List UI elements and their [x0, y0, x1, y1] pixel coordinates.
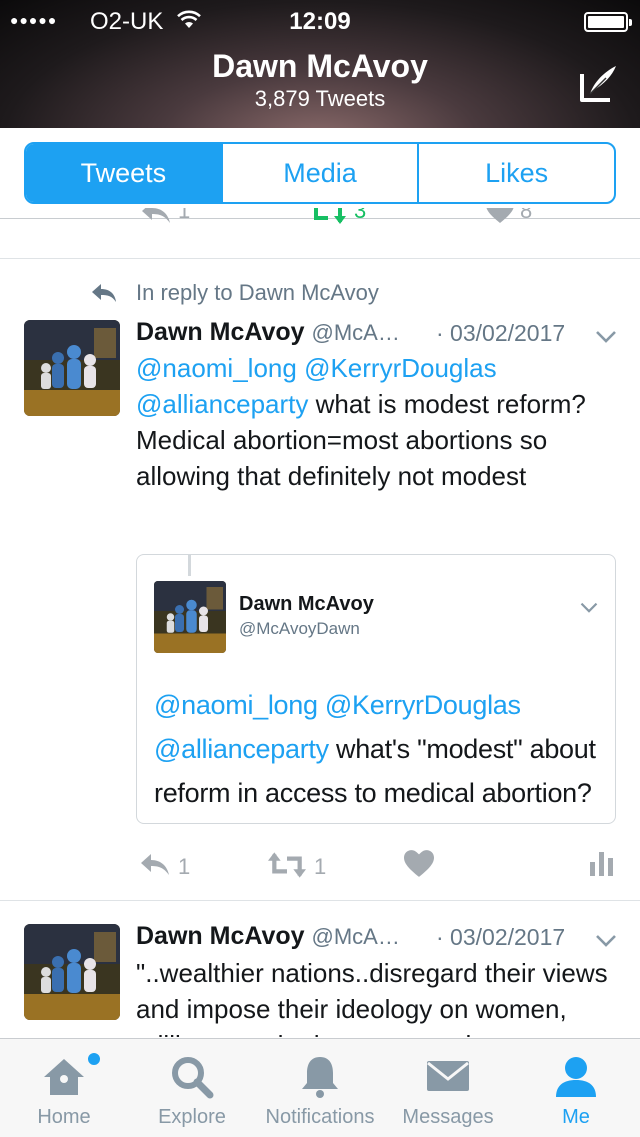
- reply-context-text: In reply to Dawn McAvoy: [136, 280, 379, 305]
- tweet-header: Dawn McAvoy @McA…: [136, 318, 400, 352]
- tweet-text: @naomi_long @KerryrDouglas @alliancepart…: [136, 350, 616, 494]
- mention-link[interactable]: @allianceparty: [136, 389, 308, 419]
- tweet-text: "..wealthier nations..disregard their vi…: [136, 958, 608, 1037]
- chevron-down-icon[interactable]: [594, 324, 618, 348]
- mention-link[interactable]: @naomi_long: [154, 690, 318, 720]
- tweet-date: · 03/02/2017: [436, 924, 566, 950]
- mention-link[interactable]: @naomi_long: [136, 353, 297, 383]
- mention-link[interactable]: @allianceparty: [154, 734, 329, 764]
- quoted-tweet[interactable]: Dawn McAvoy @McAvoyDawn @naomi_long @Ker…: [136, 554, 616, 824]
- bell-icon: [296, 1053, 344, 1101]
- tweet-separator: [0, 258, 640, 259]
- profile-tabs: Tweets Media Likes: [24, 142, 616, 204]
- bottom-tab-bar: Home Explore Notifications Messages Me: [0, 1038, 640, 1137]
- avatar[interactable]: [24, 924, 120, 1020]
- quoted-avatar: [154, 581, 226, 653]
- tab-likes[interactable]: Likes: [417, 144, 614, 202]
- person-icon: [552, 1053, 600, 1101]
- clock: 12:09: [289, 8, 351, 35]
- mention-link[interactable]: @KerryrDouglas: [304, 353, 497, 383]
- tab-me[interactable]: Me: [512, 1039, 640, 1137]
- retweet-action[interactable]: 3: [310, 208, 366, 232]
- home-icon: [40, 1053, 88, 1101]
- tab-messages[interactable]: Messages: [384, 1039, 512, 1137]
- chevron-down-icon[interactable]: [594, 928, 618, 952]
- reply-action[interactable]: 1: [140, 208, 190, 232]
- retweet-count: 1: [314, 854, 327, 879]
- retweet-button[interactable]: 1: [268, 846, 338, 886]
- status-bar: ●●●●● O2-UK 12:09: [0, 6, 640, 36]
- tab-home[interactable]: Home: [0, 1039, 128, 1137]
- author-name[interactable]: Dawn McAvoy: [136, 318, 305, 346]
- author-handle[interactable]: @McA…: [312, 924, 400, 949]
- reply-arrow-icon: [90, 282, 118, 310]
- quoted-author-handle: @McAvoyDawn: [239, 619, 360, 638]
- retweet-count: 3: [354, 208, 367, 223]
- like-action[interactable]: 8: [486, 208, 532, 230]
- quoted-tweet-text: @naomi_long @KerryrDouglas @alliancepart…: [154, 683, 604, 823]
- profile-header: ●●●●● O2-UK 12:09 Dawn McAvoy 3,879 Twee…: [0, 0, 640, 128]
- like-button[interactable]: [404, 848, 434, 888]
- reply-count: 1: [178, 854, 191, 879]
- reply-button[interactable]: 1: [138, 846, 198, 886]
- tweet-count: 3,879 Tweets: [254, 86, 386, 111]
- avatar[interactable]: [24, 320, 120, 416]
- envelope-icon: [424, 1053, 472, 1101]
- author-handle[interactable]: @McA…: [312, 320, 400, 345]
- tab-notifications[interactable]: Notifications: [256, 1039, 384, 1137]
- profile-name: Dawn McAvoy: [212, 48, 428, 84]
- notification-badge: [86, 1051, 102, 1067]
- author-name[interactable]: Dawn McAvoy: [136, 922, 305, 950]
- previous-tweet-actions: 1 3 8: [0, 208, 640, 238]
- tab-label: Messages: [402, 1106, 494, 1128]
- tweet-separator: [0, 900, 640, 901]
- chevron-down-icon[interactable]: [579, 597, 599, 617]
- search-icon: [168, 1053, 216, 1101]
- battery-icon: [584, 12, 632, 32]
- tweet-header: Dawn McAvoy @McA…: [136, 922, 400, 956]
- compose-tweet-icon[interactable]: [576, 62, 620, 106]
- tab-label: Me: [562, 1106, 590, 1128]
- quoted-author-name: Dawn McAvoy: [239, 593, 374, 615]
- tab-tweets[interactable]: Tweets: [26, 144, 221, 202]
- tweet-date: · 03/02/2017: [436, 320, 566, 346]
- tab-label: Explore: [158, 1106, 226, 1128]
- like-count: 8: [520, 208, 533, 223]
- mention-link[interactable]: @KerryrDouglas: [325, 690, 521, 720]
- reply-count: 1: [178, 208, 191, 223]
- analytics-icon[interactable]: [590, 850, 616, 890]
- tab-explore[interactable]: Explore: [128, 1039, 256, 1137]
- tab-label: Notifications: [265, 1106, 375, 1128]
- tab-media[interactable]: Media: [220, 144, 418, 202]
